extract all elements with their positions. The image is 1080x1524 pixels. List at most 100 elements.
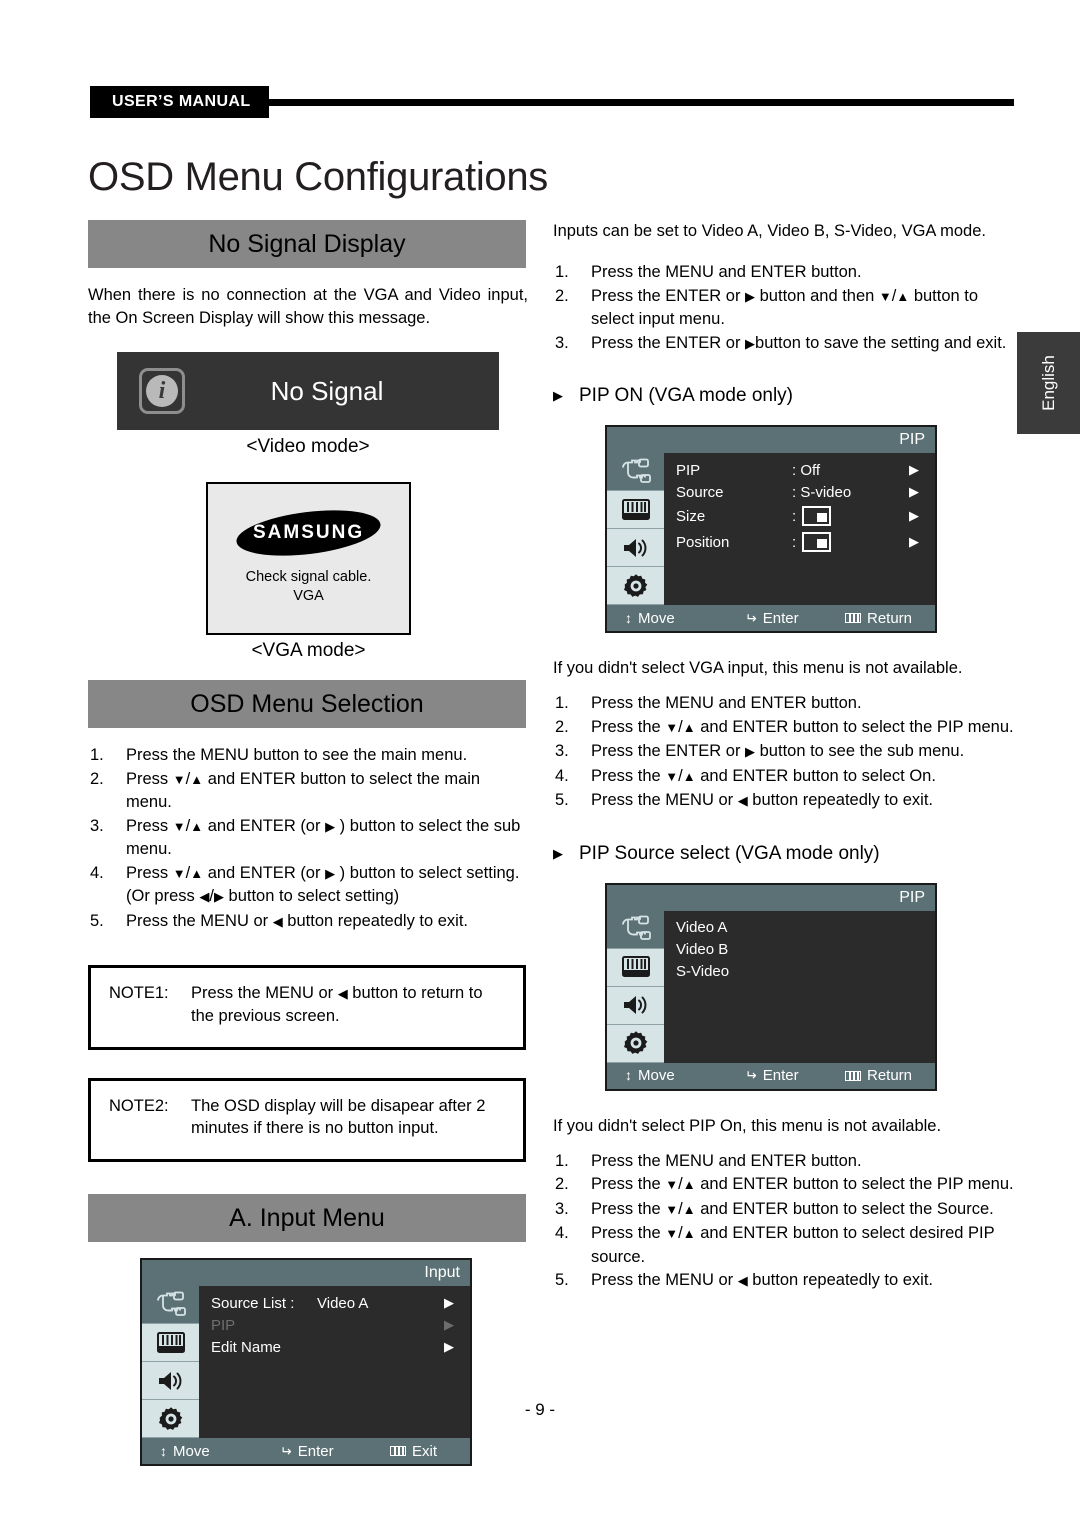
- osd-row-arrow-icon[interactable]: ▶: [909, 462, 919, 478]
- osd-menu-row[interactable]: Size: ▶: [664, 503, 935, 529]
- setup-icon: [622, 1029, 650, 1057]
- step-item: 4. Press / and ENTER (or ) button to sele…: [88, 862, 528, 909]
- osd-menu-list[interactable]: PIP: Off ▶ Source: S-video ▶ Size: ▶ Position:…: [664, 453, 935, 605]
- input-intro: Inputs can be set to Video A, Video B, S…: [553, 222, 986, 240]
- osd-foot-move: Move: [638, 1067, 675, 1084]
- rail-setup-icon[interactable]: [607, 567, 664, 605]
- rail-input-source-icon[interactable]: [142, 1286, 199, 1324]
- osd-foot-move: Move: [638, 609, 675, 627]
- osd-menu-row[interactable]: Source: S-video ▶: [664, 481, 935, 503]
- osd-menu-row[interactable]: Edit Name ▶: [199, 1336, 470, 1358]
- step-item: 3. Press the ENTER or button to save the …: [553, 332, 1015, 356]
- step-text: Press the MENU and ENTER button.: [591, 1151, 862, 1170]
- osd-row-arrow-icon[interactable]: ▶: [444, 1295, 454, 1311]
- rail-sound-icon[interactable]: [607, 986, 664, 1025]
- osd-menu-list[interactable]: Video A Video B S-Video: [664, 911, 935, 1063]
- osd-row-label: Source List :: [211, 1294, 295, 1312]
- rail-picture-icon[interactable]: [142, 1324, 199, 1362]
- triangle-up-icon: [683, 1200, 696, 1218]
- osd-menu-row[interactable]: Video B: [664, 939, 935, 961]
- step-item: 5. Press the MENU or button repeatedly to…: [553, 789, 1015, 813]
- check-cable-line2: VGA: [293, 587, 324, 604]
- osd-menu-row[interactable]: Video A: [664, 917, 935, 939]
- triangle-left-icon: [738, 791, 748, 809]
- osd-row-value: Video A: [317, 1294, 369, 1312]
- osd-icon-rail[interactable]: [607, 910, 664, 1063]
- triangle-up-icon: [683, 1224, 696, 1242]
- enter-icon: [745, 610, 757, 627]
- osd-menu-row[interactable]: S-Video: [664, 961, 935, 983]
- osd-footer-pip: Move Enter Return: [607, 605, 935, 631]
- note1-text: Press the MENU or button to return to th…: [191, 982, 509, 1027]
- osd-title-pip: PIP: [607, 427, 935, 453]
- osd-menu-row[interactable]: PIP : Off ▶: [664, 459, 935, 481]
- osd-menu-row[interactable]: Source List : Video A ▶: [199, 1292, 470, 1314]
- osd-row-arrow-icon[interactable]: ▶: [909, 534, 919, 550]
- menu-bars-icon: [390, 1446, 406, 1456]
- step-text: Press the / and ENTER button to select O…: [591, 767, 936, 785]
- section-bar-osd-menu-selection: OSD Menu Selection: [88, 680, 526, 728]
- step-item: 4. Press the / and ENTER button to select…: [553, 1222, 1015, 1268]
- note1-box: NOTE1: Press the MENU or button to retur…: [88, 965, 526, 1050]
- input-menu-steps: 1. Press the MENU and ENTER button. 2. Pres…: [553, 261, 1015, 355]
- no-signal-intro: When there is no connection at the VGA a…: [88, 286, 528, 327]
- step-item: 5. Press the MENU or button repeatedly to…: [88, 910, 528, 934]
- rail-input-source-icon[interactable]: [607, 453, 664, 491]
- triangle-right-icon: [745, 742, 755, 760]
- step-number: 3.: [555, 333, 569, 352]
- step-text: Press the MENU or button repeatedly to e…: [591, 1271, 933, 1289]
- step-text: Press the ENTER or button to see the sub…: [591, 742, 964, 760]
- osd-row-arrow-icon[interactable]: ▶: [909, 508, 919, 524]
- step-number: 1.: [555, 694, 569, 712]
- osd-foot-return: Return: [867, 1067, 913, 1084]
- rail-sound-icon[interactable]: [142, 1362, 199, 1400]
- rail-sound-icon[interactable]: [607, 529, 664, 567]
- triangle-up-icon: [190, 817, 203, 835]
- osd-row-value: : Off: [792, 461, 821, 479]
- rail-setup-icon[interactable]: [607, 1024, 664, 1063]
- vga-no-signal-box: SAMSUNG Check signal cable. VGA: [206, 482, 411, 635]
- osd-foot-enter: Enter: [297, 1442, 334, 1460]
- osd-icon-rail[interactable]: [607, 453, 664, 605]
- step-text: Press the MENU button to see the main me…: [126, 746, 468, 764]
- left-column: No Signal Display When there is no conne…: [88, 220, 528, 1466]
- pip-on-osd[interactable]: PIP PIP: Off ▶ Source: S-video ▶ Size: ▶ Posit…: [605, 425, 937, 633]
- osd-row-arrow-icon[interactable]: ▶: [444, 1339, 454, 1355]
- move-icon: [625, 1067, 632, 1084]
- triangle-down-icon: [665, 1200, 678, 1218]
- step-item: 3. Press the ENTER or button to see the s…: [553, 740, 1015, 764]
- step-text: Press the MENU and ENTER button.: [591, 694, 862, 712]
- osd-menu-row[interactable]: Position: ▶: [664, 529, 935, 555]
- triangle-up-icon: [683, 718, 696, 736]
- osd-menu-row[interactable]: PIP ▶: [199, 1314, 470, 1336]
- step-text: Press the ENTER or button to save the se…: [591, 334, 1006, 352]
- osd-footer-pip-source: Move Enter Return: [607, 1062, 935, 1089]
- rail-picture-icon[interactable]: [607, 491, 664, 529]
- triangle-down-icon: [665, 1175, 678, 1193]
- osd-row-arrow-icon[interactable]: ▶: [909, 484, 919, 500]
- osd-row-label: PIP: [676, 461, 701, 479]
- pip-source-osd[interactable]: PIP Video A Video B S-Video Move Enter Ret…: [605, 882, 937, 1091]
- step-number: 4.: [90, 863, 104, 882]
- osd-menu-selection-steps: 1. Press the MENU button to see the main …: [88, 744, 528, 933]
- rail-input-source-icon[interactable]: [607, 910, 664, 949]
- manual-tag: USER’S MANUAL: [90, 86, 269, 118]
- rail-picture-icon[interactable]: [607, 948, 664, 987]
- triangle-left-icon: [738, 1271, 748, 1289]
- input-source-icon: [619, 915, 653, 943]
- triangle-left-icon: [338, 984, 348, 1002]
- pip-source-heading-text: PIP Source select (VGA mode only): [579, 842, 880, 864]
- osd-row-arrow-icon[interactable]: ▶: [444, 1317, 454, 1333]
- osd-title-input: Input: [142, 1260, 470, 1286]
- triangle-down-icon: [665, 1224, 678, 1242]
- step-number: 2.: [555, 286, 569, 305]
- picture-icon: [155, 1330, 187, 1356]
- move-icon: [160, 1443, 167, 1460]
- input-source-icon: [154, 1291, 188, 1319]
- step-item: 3. Press the / and ENTER button to select…: [553, 1198, 1015, 1222]
- triangle-right-icon: [745, 334, 755, 352]
- input-menu-osd[interactable]: Input Source List : Video A ▶ PIP ▶ Edit Name…: [140, 1258, 472, 1466]
- bullet-triangle-icon: [553, 845, 563, 863]
- menu-bars-icon: [845, 613, 861, 623]
- pip-size-preview-icon: [802, 506, 831, 526]
